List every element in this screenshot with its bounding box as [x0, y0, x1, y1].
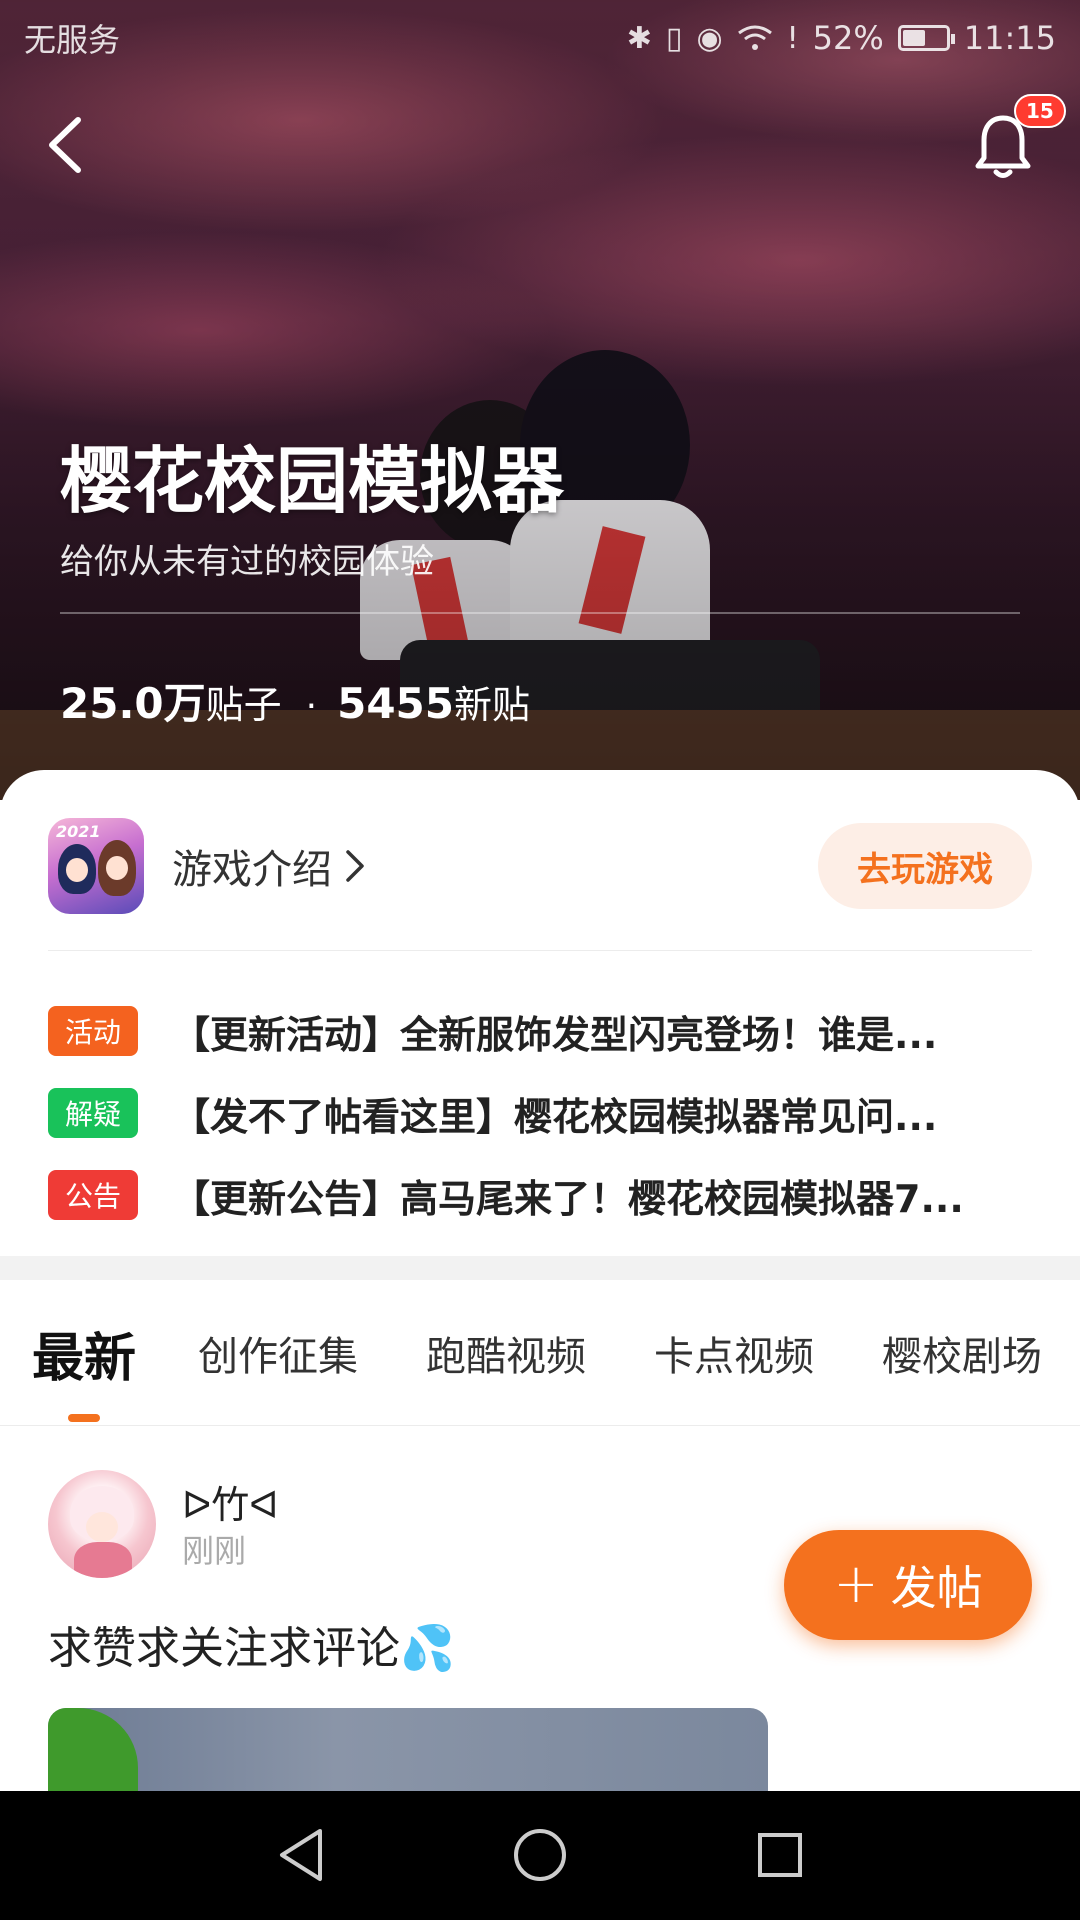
- post-text: 求赞求关注求评论💦: [48, 1623, 455, 1674]
- notice-title: 【更新公告】高马尾来了！樱花校园模拟器7...: [172, 1176, 964, 1221]
- game-icon-face-left: [66, 858, 88, 882]
- page-subtitle: 给你从未有过的校园体验: [60, 542, 434, 582]
- tab-school-theater[interactable]: 樱校剧场: [882, 1280, 1042, 1426]
- game-info-row: 2021 游戏介绍 去玩游戏: [48, 818, 1032, 914]
- system-nav-bar: [0, 1791, 1080, 1920]
- plus-icon: +: [833, 1551, 879, 1615]
- tab-parkour-video[interactable]: 跑酷视频: [426, 1280, 586, 1426]
- hero-divider: [60, 612, 1020, 614]
- notice-tag: 解疑: [48, 1088, 138, 1138]
- chevron-left-icon[interactable]: [38, 110, 98, 180]
- active-tab-indicator: [68, 1414, 100, 1422]
- new-posts-label: 新贴: [454, 683, 531, 727]
- tab-latest[interactable]: 最新: [32, 1280, 136, 1426]
- vibrate-icon: ▯: [665, 20, 683, 56]
- game-intro-label: 游戏介绍: [172, 847, 332, 893]
- carrier-text: 无服务: [24, 21, 121, 59]
- tab-beat-video[interactable]: 卡点视频: [654, 1280, 814, 1426]
- game-icon-year: 2021: [56, 822, 101, 841]
- notice-item[interactable]: 活动 【更新活动】全新服饰发型闪亮登场！谁是...: [48, 990, 1032, 1072]
- forum-content-card: 2021 游戏介绍 去玩游戏 活动 【更新活动】全新服饰发型闪亮登场！谁是...…: [0, 770, 1080, 1920]
- create-post-label: 发帖: [890, 1561, 983, 1615]
- posts-count: 25.0万: [60, 679, 206, 728]
- notice-tag: 活动: [48, 1006, 138, 1056]
- notice-tag: 公告: [48, 1170, 138, 1220]
- page-title: 樱花校园模拟器: [60, 439, 565, 523]
- card-divider: [48, 950, 1032, 951]
- stats-separator: ·: [305, 686, 318, 727]
- game-intro-link[interactable]: 游戏介绍: [172, 837, 366, 895]
- play-game-button[interactable]: 去玩游戏: [818, 823, 1032, 909]
- battery-percent: 52%: [812, 19, 884, 57]
- status-bar: 无服务 ✱ ▯ ◉ ! 52% 11:15: [0, 0, 1080, 76]
- category-tabs: 最新 创作征集 跑酷视频 卡点视频 樱校剧场: [0, 1280, 1080, 1426]
- game-icon-face-right: [106, 856, 128, 880]
- battery-icon: [897, 25, 955, 51]
- bluetooth-icon: ✱: [626, 20, 652, 56]
- wifi-icon: [737, 25, 772, 50]
- post-time: 刚刚: [182, 1532, 247, 1570]
- clock: 11:15: [963, 19, 1056, 57]
- notice-title: 【发不了帖看这里】樱花校园模拟器常见问...: [172, 1094, 938, 1139]
- posts-label: 贴子: [205, 683, 282, 727]
- notice-item[interactable]: 解疑 【发不了帖看这里】樱花校园模拟器常见问...: [48, 1072, 1032, 1154]
- circle-home-icon[interactable]: [506, 1821, 574, 1889]
- hero-banner: 无服务 ✱ ▯ ◉ ! 52% 11:15 15 樱花校园模拟器 给你从未有过的…: [0, 0, 1080, 800]
- eye-comfort-icon: ◉: [696, 20, 723, 56]
- new-posts-count: 5455: [337, 679, 455, 728]
- avatar[interactable]: [48, 1470, 156, 1578]
- chevron-right-icon: [346, 850, 364, 882]
- forum-stats: 25.0万 贴子 · 5455 新贴: [60, 670, 534, 731]
- create-post-button[interactable]: + 发帖: [784, 1530, 1032, 1640]
- game-app-icon[interactable]: 2021: [48, 818, 144, 914]
- tab-creation-contest[interactable]: 创作征集: [198, 1280, 358, 1426]
- avatar-face: [86, 1512, 118, 1542]
- post-author[interactable]: ᐅ竹ᐊ: [182, 1474, 278, 1529]
- notice-list: 活动 【更新活动】全新服饰发型闪亮登场！谁是... 解疑 【发不了帖看这里】樱花…: [48, 990, 1032, 1236]
- square-recents-icon[interactable]: [746, 1821, 814, 1889]
- triangle-back-icon[interactable]: [268, 1821, 336, 1889]
- section-separator: [0, 1256, 1080, 1280]
- sim-alert-icon: !: [786, 20, 799, 56]
- notice-item[interactable]: 公告 【更新公告】高马尾来了！樱花校园模拟器7...: [48, 1154, 1032, 1236]
- notice-title: 【更新活动】全新服饰发型闪亮登场！谁是...: [172, 1012, 938, 1057]
- notification-badge: 15: [1014, 94, 1066, 128]
- avatar-dress: [74, 1542, 132, 1578]
